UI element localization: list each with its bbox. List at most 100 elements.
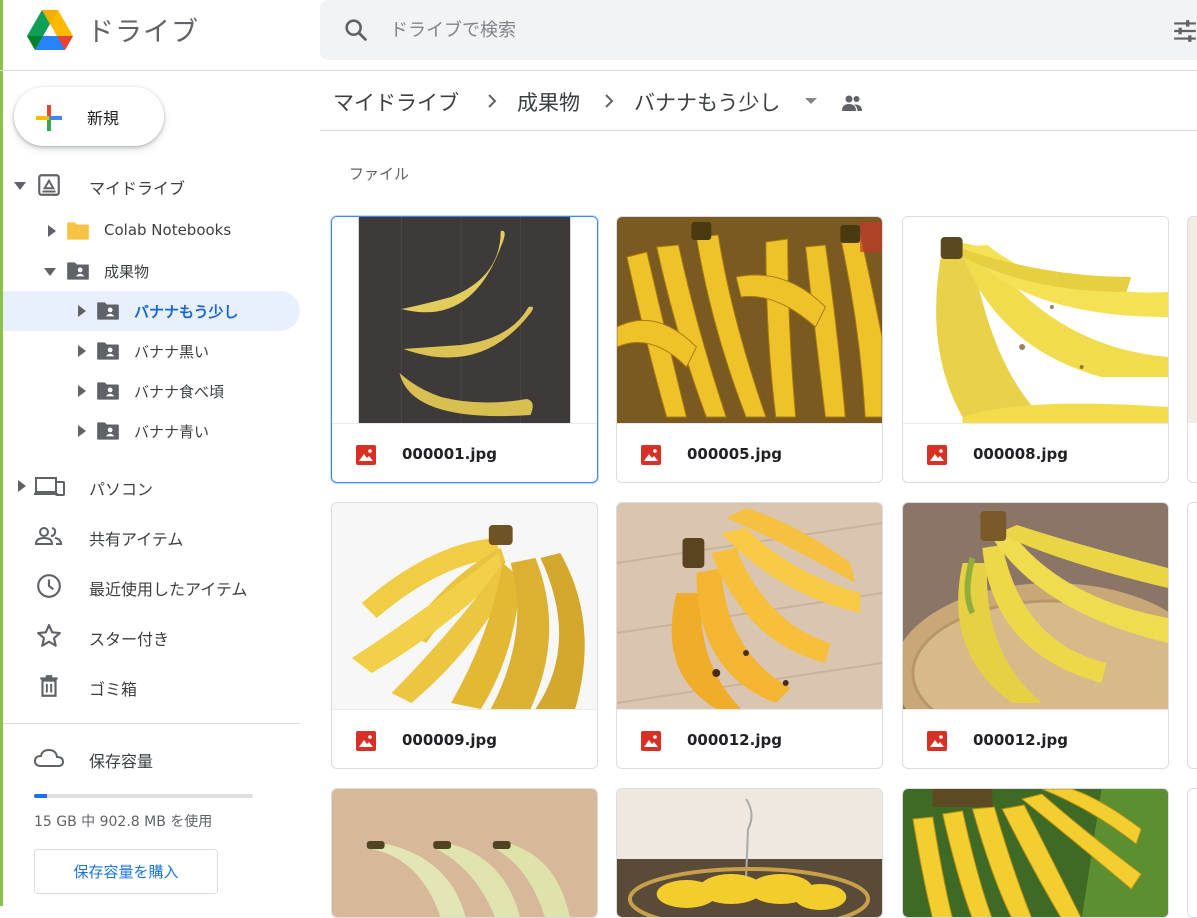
- sidebar-item-label: マイドライブ: [89, 179, 186, 198]
- storage-usage-text: 15 GB 中 902.8 MB を使用: [34, 814, 213, 830]
- caret-right-icon[interactable]: [47, 224, 57, 238]
- sidebar-item-banana-green[interactable]: バナナ青い: [3, 411, 300, 451]
- sidebar-item-trash[interactable]: ゴミ箱: [3, 666, 300, 706]
- image-file-icon: [927, 445, 947, 465]
- people-icon: [34, 527, 63, 545]
- drive-logo-icon[interactable]: [26, 8, 74, 52]
- sidebar-item-deliverables[interactable]: 成果物: [3, 251, 300, 291]
- caret-right-icon[interactable]: [77, 304, 87, 318]
- sidebar: 新規 マイドライブ Colab Notebooks 成果物 バナナもう少し バナ…: [3, 71, 320, 906]
- new-button[interactable]: 新規: [14, 87, 164, 146]
- shared-folder-icon: [97, 422, 119, 440]
- sidebar-item-label: Colab Notebooks: [104, 221, 232, 239]
- breadcrumb-my-drive[interactable]: マイドライブ: [333, 87, 459, 117]
- file-card[interactable]: [616, 788, 883, 918]
- search-icon[interactable]: [342, 16, 370, 44]
- sidebar-divider: [3, 723, 300, 724]
- file-thumbnail: [1188, 217, 1197, 423]
- sidebar-item-label: 共有アイテム: [89, 530, 184, 549]
- file-card[interactable]: 000005.jpg: [616, 216, 883, 483]
- tune-icon[interactable]: [1172, 18, 1197, 44]
- file-name: 000001.jpg: [402, 445, 497, 463]
- sidebar-item-label: ゴミ箱: [89, 680, 138, 699]
- sidebar-item-label: 保存容量: [89, 752, 154, 771]
- image-file-icon: [356, 731, 376, 751]
- search-input[interactable]: [390, 14, 1090, 46]
- star-icon: [37, 624, 61, 647]
- caret-down-icon[interactable]: [13, 181, 27, 191]
- sidebar-item-starred[interactable]: スター付き: [3, 616, 300, 656]
- sidebar-item-label: バナナ黒い: [134, 343, 210, 361]
- file-card[interactable]: [1187, 216, 1197, 483]
- file-card-footer: 000001.jpg: [332, 423, 597, 482]
- sidebar-item-banana-black[interactable]: バナナ黒い: [3, 331, 300, 371]
- sidebar-item-computers[interactable]: パソコン: [3, 466, 300, 506]
- file-thumbnail: [903, 503, 1168, 709]
- plus-icon: [36, 105, 62, 131]
- file-card-footer: 000005.jpg: [617, 423, 882, 482]
- storage-progress-bar: [34, 794, 253, 798]
- caret-right-icon[interactable]: [77, 344, 87, 358]
- caret-down-icon[interactable]: [43, 267, 57, 277]
- sidebar-item-banana-almost[interactable]: バナナもう少し: [3, 291, 300, 331]
- sidebar-item-banana-ripe[interactable]: バナナ食べ頃: [3, 371, 300, 411]
- file-thumbnail: [332, 789, 597, 917]
- file-thumbnail: [617, 789, 882, 917]
- sidebar-item-recent[interactable]: 最近使用したアイテム: [3, 566, 300, 606]
- shared-folder-icon: [97, 302, 119, 320]
- breadcrumb: マイドライブ 成果物 バナナもう少し: [320, 71, 1197, 131]
- file-card-footer: 000012.jpg: [903, 709, 1168, 768]
- breadcrumb-deliverables[interactable]: 成果物: [517, 87, 580, 117]
- file-name: 000009.jpg: [402, 731, 497, 749]
- file-card[interactable]: 000001.jpg: [331, 216, 598, 483]
- buy-storage-button[interactable]: 保存容量を購入: [34, 849, 218, 894]
- file-card-footer: 000009.jpg: [332, 709, 597, 768]
- section-label-files: ファイル: [349, 165, 410, 183]
- file-card-footer: 000012.jpg: [617, 709, 882, 768]
- caret-right-icon[interactable]: [77, 424, 87, 438]
- sidebar-item-colab-notebooks[interactable]: Colab Notebooks: [3, 211, 300, 251]
- app-name: ドライブ: [87, 17, 199, 48]
- sidebar-item-label: 最近使用したアイテム: [89, 580, 248, 599]
- file-card[interactable]: 000009.jpg: [331, 502, 598, 769]
- file-card[interactable]: 000012.jpg: [616, 502, 883, 769]
- caret-down-icon[interactable]: [804, 97, 818, 105]
- chevron-right-icon: [605, 94, 614, 108]
- file-name: 000008.jpg: [973, 445, 1068, 463]
- sidebar-item-shared[interactable]: 共有アイテム: [3, 516, 300, 556]
- caret-right-icon[interactable]: [17, 479, 27, 493]
- shared-folder-icon: [97, 382, 119, 400]
- file-card[interactable]: 000012.jpg: [902, 502, 1169, 769]
- file-card[interactable]: [1187, 788, 1197, 918]
- file-card[interactable]: [1187, 502, 1197, 769]
- top-bar: ドライブ: [0, 0, 1197, 71]
- file-thumbnail: [903, 789, 1168, 917]
- file-thumbnail: [617, 217, 882, 423]
- sidebar-item-label: バナナ青い: [134, 423, 210, 441]
- folder-icon: [67, 222, 89, 240]
- breadcrumb-current-folder[interactable]: バナナもう少し: [634, 87, 780, 117]
- shared-folder-icon: [97, 342, 119, 360]
- sidebar-item-label: バナナもう少し: [134, 303, 239, 321]
- search-bar[interactable]: [320, 0, 1197, 60]
- file-card[interactable]: [331, 788, 598, 918]
- sidebar-item-label: バナナ食べ頃: [134, 383, 225, 401]
- file-card[interactable]: [902, 788, 1169, 918]
- sidebar-item-label: スター付き: [89, 630, 170, 649]
- sidebar-item-my-drive[interactable]: マイドライブ: [3, 165, 300, 205]
- file-thumbnail: [903, 217, 1168, 423]
- caret-right-icon[interactable]: [77, 384, 87, 398]
- file-thumbnail: [332, 503, 597, 709]
- file-card-footer: 000008.jpg: [903, 423, 1168, 482]
- shared-people-icon[interactable]: [840, 92, 864, 114]
- image-file-icon: [356, 445, 376, 465]
- sidebar-item-label: パソコン: [89, 480, 154, 499]
- cloud-icon: [33, 748, 65, 767]
- file-name: 000005.jpg: [687, 445, 782, 463]
- file-thumbnail: [617, 503, 882, 709]
- file-card[interactable]: 000008.jpg: [902, 216, 1169, 483]
- shared-folder-icon: [67, 262, 89, 280]
- sidebar-item-storage[interactable]: 保存容量: [3, 738, 300, 778]
- file-thumbnail: [1188, 789, 1197, 917]
- image-file-icon: [641, 731, 661, 751]
